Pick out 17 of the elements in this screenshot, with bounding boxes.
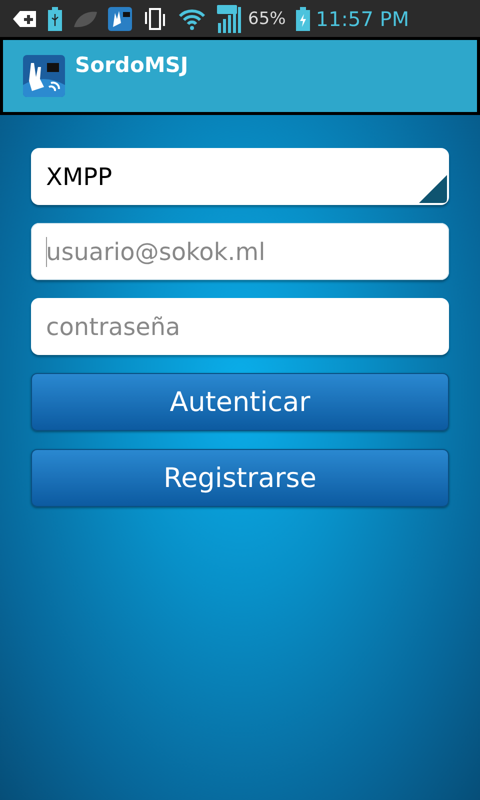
- wifi-icon: [178, 8, 206, 30]
- charging-battery-icon: [296, 6, 310, 30]
- app-logo-icon: [23, 55, 65, 97]
- battery-percent: 65%: [248, 8, 286, 28]
- register-button[interactable]: Registrarse: [31, 449, 449, 507]
- dropdown-corner-icon: [419, 175, 447, 203]
- login-button[interactable]: Autenticar: [31, 373, 449, 431]
- protocol-dropdown[interactable]: XMPP: [31, 148, 449, 205]
- text-cursor: [46, 237, 47, 267]
- app-notification-icon: [108, 6, 132, 30]
- app-title: SordoMSJ: [75, 53, 188, 77]
- signal-icon: [216, 4, 242, 32]
- username-field[interactable]: usuario@sokok.ml: [31, 223, 449, 280]
- usb-battery-icon: [48, 6, 62, 30]
- status-time: 11:57 PM: [316, 6, 410, 30]
- password-field[interactable]: contraseña: [31, 298, 449, 355]
- vibrate-icon: [142, 6, 168, 32]
